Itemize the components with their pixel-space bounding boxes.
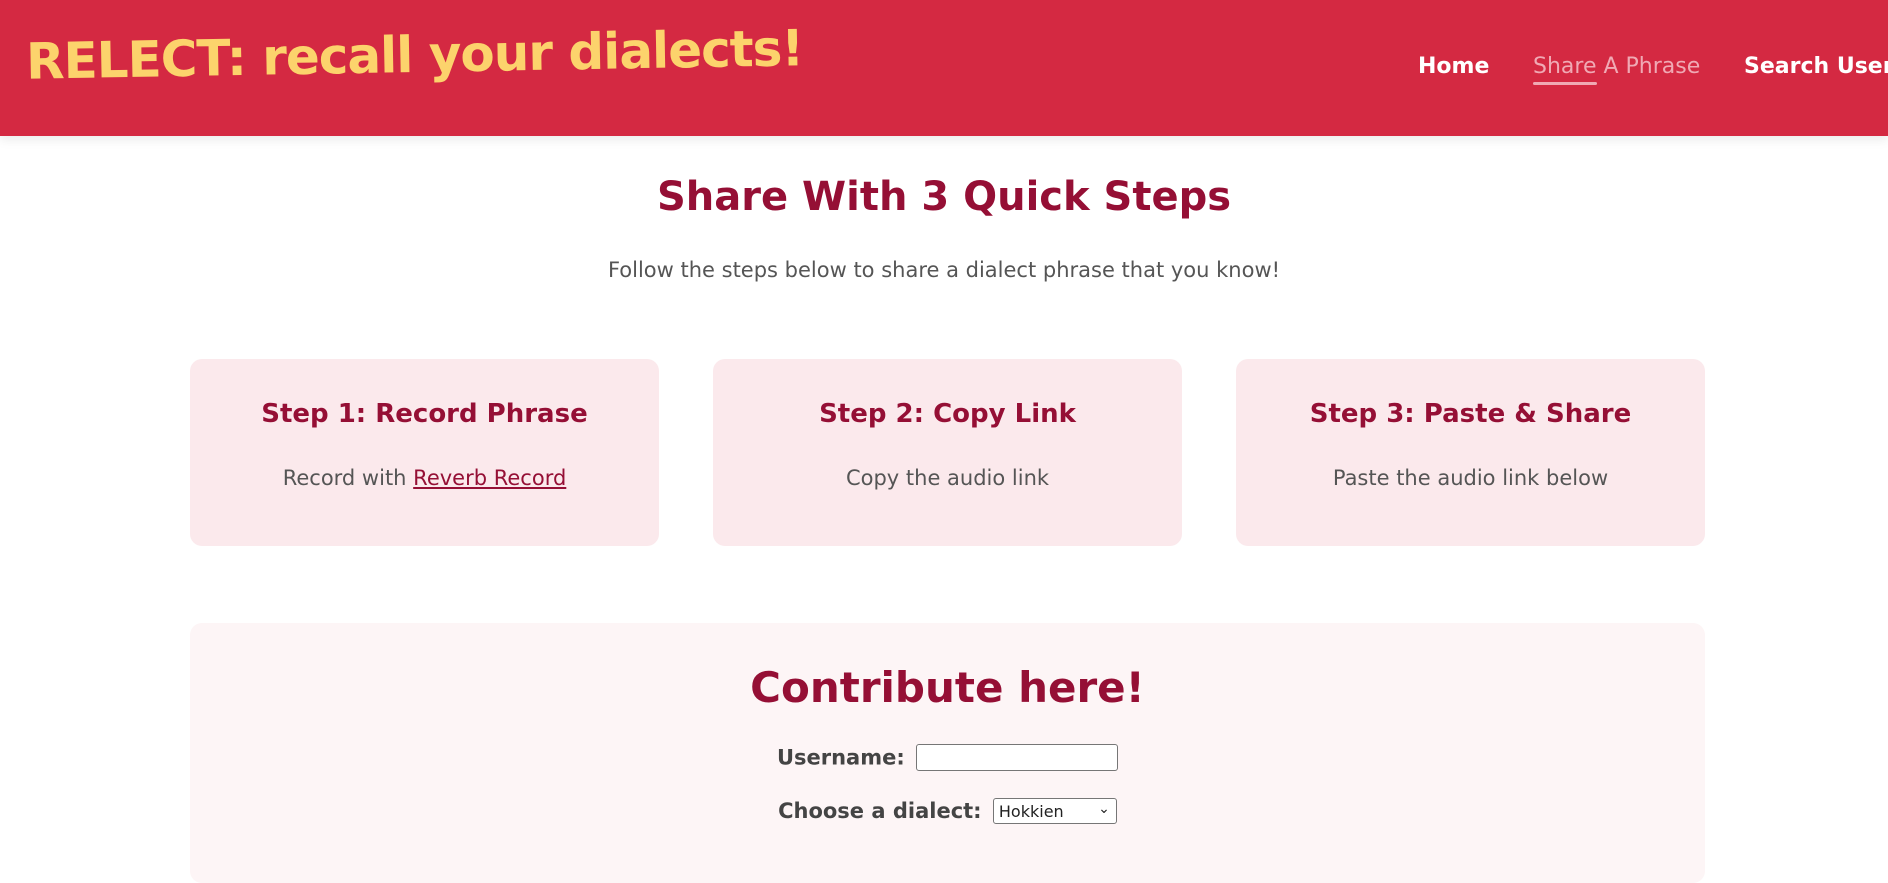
page-title: Share With 3 Quick Steps [656, 174, 1232, 220]
step-card-record: Step 1: Record Phrase Record with Reverb… [190, 359, 659, 546]
step-description-prefix: Record with [282, 466, 414, 490]
step-title: Step 1: Record Phrase [261, 399, 588, 429]
contribute-form-panel: Contribute here! Username: Choose a dial… [190, 623, 1705, 883]
step-description: Record with Reverb Record [190, 466, 659, 490]
step-card-copy-link: Step 2: Copy Link Copy the audio link [713, 359, 1182, 546]
nav-search-user-link[interactable]: Search User [1744, 54, 1888, 79]
step-description: Copy the audio link [845, 466, 1050, 490]
dialect-selected-value: Hokkien [998, 802, 1064, 821]
top-navbar: RELECT: recall your dialects! Home Share… [0, 0, 1888, 136]
step-description: Paste the audio link below [1332, 466, 1609, 490]
dialect-row: Choose a dialect: Hokkien ⌄ [190, 798, 1705, 824]
username-row: Username: [190, 744, 1705, 771]
step-title: Step 2: Copy Link [819, 399, 1076, 429]
reverb-record-link[interactable]: Reverb Record [413, 466, 566, 490]
username-label: Username: [776, 745, 905, 770]
step-title: Step 3: Paste & Share [1309, 399, 1632, 429]
active-nav-indicator [1533, 82, 1597, 85]
chevron-down-icon: ⌄ [1098, 801, 1110, 817]
step-card-paste-share: Step 3: Paste & Share Paste the audio li… [1236, 359, 1705, 546]
nav-share-phrase-link[interactable]: Share A Phrase [1533, 54, 1700, 79]
contribute-title: Contribute here! [750, 663, 1145, 712]
site-logo-title[interactable]: RELECT: recall your dialects! [26, 19, 804, 91]
nav-home-link[interactable]: Home [1418, 54, 1489, 79]
dialect-label: Choose a dialect: [778, 799, 982, 823]
username-input[interactable] [916, 744, 1119, 771]
dialect-select[interactable]: Hokkien ⌄ [992, 798, 1117, 824]
page-subtitle: Follow the steps below to share a dialec… [607, 258, 1281, 282]
